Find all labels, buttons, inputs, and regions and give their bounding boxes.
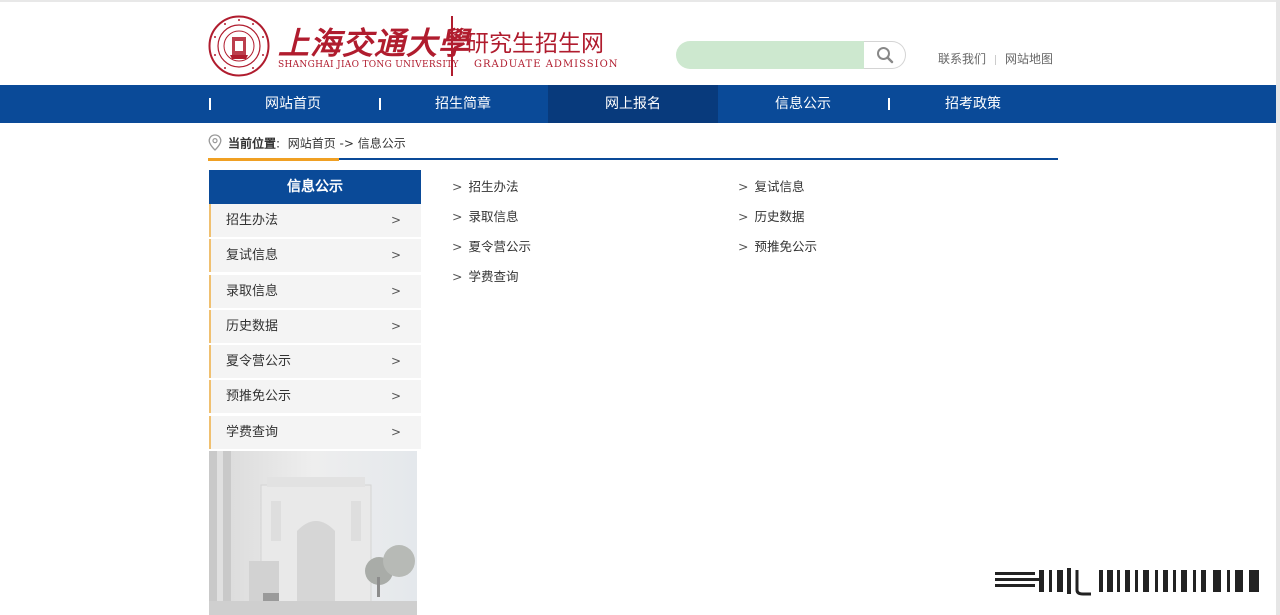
sidebar-item-label: 学费查询 xyxy=(226,424,279,440)
chevron-right-icon: > xyxy=(390,424,401,439)
contact-us-link[interactable]: 联系我们 xyxy=(938,52,986,66)
chevron-right-icon: > xyxy=(390,248,401,263)
breadcrumb-current: 信息公示 xyxy=(357,136,406,151)
logo-text-english: SHANGHAI JIAO TONG UNIVERSITY xyxy=(278,60,459,70)
sidebar-item-label: 夏令营公示 xyxy=(226,354,292,370)
nav-item-exam-policy[interactable]: 招考政策 xyxy=(888,85,1058,123)
main-nav: 网站首页 招生简章 网上报名 信息公示 招考政策 xyxy=(0,85,1276,123)
search-button[interactable] xyxy=(864,41,906,69)
scrollbar-track[interactable] xyxy=(1276,0,1280,615)
bullet-arrow-icon: > xyxy=(738,209,749,224)
chevron-right-icon: > xyxy=(390,318,401,333)
logo-text-chinese: 上海交通大學 xyxy=(278,26,470,62)
site-logo[interactable]: 上海交通大學 SHANGHAI JIAO TONG UNIVERSITY 研究生… xyxy=(208,14,618,78)
content-link-label: 学费查询 xyxy=(468,269,519,284)
breadcrumb-arrow: -> xyxy=(339,136,354,151)
breadcrumb-colon: : xyxy=(276,136,281,151)
logo-divider xyxy=(451,16,453,76)
top-border xyxy=(0,0,1280,2)
chevron-right-icon: > xyxy=(390,354,401,369)
breadcrumb-prefix: 当前位置 xyxy=(228,136,277,151)
sidebar-menu: 招生办法 > 复试信息 > 录取信息 > 历史数据 > 夏令营公示 > 预推免公… xyxy=(209,204,421,451)
nav-item-home[interactable]: 网站首页 xyxy=(208,85,378,123)
content-link-tuition-query[interactable]: > 学费查询 xyxy=(452,266,519,285)
campus-photo xyxy=(209,451,417,615)
sidebar-item-label: 复试信息 xyxy=(226,248,279,264)
sidebar-item-label: 录取信息 xyxy=(226,283,279,299)
search-input[interactable] xyxy=(676,41,866,69)
site-title-english: GRADUATE ADMISSION xyxy=(474,59,619,70)
nav-item-online-registration[interactable]: 网上报名 xyxy=(548,85,718,123)
content-link-label: 复试信息 xyxy=(754,179,805,194)
sidebar-item-label: 招生办法 xyxy=(226,213,279,228)
content-link-label: 历史数据 xyxy=(754,209,805,224)
link-separator xyxy=(995,54,997,65)
sidebar-title: 信息公示 xyxy=(209,170,421,204)
sidebar-item-summer-camp[interactable]: 夏令营公示 > xyxy=(209,345,421,379)
header-links: 联系我们 网站地图 xyxy=(938,50,1053,67)
sitemap-link[interactable]: 网站地图 xyxy=(1005,52,1053,66)
content-link-label: 录取信息 xyxy=(468,209,519,224)
chevron-right-icon: > xyxy=(390,389,401,404)
breadcrumb: 当前位置: 网站首页 -> 信息公示 xyxy=(208,134,406,154)
nav-item-admission-brochure[interactable]: 招生简章 xyxy=(378,85,548,123)
sidebar-item-label: 预推免公示 xyxy=(226,389,292,405)
sidebar-item-admission-methods[interactable]: 招生办法 > xyxy=(209,204,421,237)
bullet-arrow-icon: > xyxy=(738,239,749,254)
sidebar-item-tuition-query[interactable]: 学费查询 > xyxy=(209,415,421,449)
sidebar-item-pre-recommendation[interactable]: 预推免公示 > xyxy=(209,380,421,414)
content-link-retest-info[interactable]: > 复试信息 xyxy=(738,176,805,195)
content-link-admission-info[interactable]: > 录取信息 xyxy=(452,206,519,225)
university-seal-icon xyxy=(208,15,270,77)
bullet-arrow-icon: > xyxy=(452,239,463,254)
breadcrumb-home-link[interactable]: 网站首页 xyxy=(288,137,336,151)
bullet-arrow-icon: > xyxy=(452,179,463,194)
search-box xyxy=(676,41,906,69)
sidebar-item-admission-info[interactable]: 录取信息 > xyxy=(209,274,421,308)
content-link-summer-camp[interactable]: > 夏令营公示 xyxy=(452,236,531,255)
location-pin-icon xyxy=(208,134,222,154)
content-link-pre-recommendation[interactable]: > 预推免公示 xyxy=(738,236,817,255)
bullet-arrow-icon: > xyxy=(452,269,463,284)
chevron-right-icon: > xyxy=(390,213,401,227)
content-link-admission-methods[interactable]: > 招生办法 xyxy=(452,176,519,195)
bullet-arrow-icon: > xyxy=(452,209,463,224)
site-title-chinese: 研究生招生网 xyxy=(466,31,604,57)
content-link-historical-data[interactable]: > 历史数据 xyxy=(738,206,805,225)
sidebar-item-label: 历史数据 xyxy=(226,318,279,334)
nav-item-information-disclosure[interactable]: 信息公示 xyxy=(718,85,888,123)
breadcrumb-underline-accent xyxy=(208,158,339,161)
sidebar-item-retest-info[interactable]: 复试信息 > xyxy=(209,239,421,273)
chevron-right-icon: > xyxy=(390,283,401,298)
bullet-arrow-icon: > xyxy=(738,179,749,194)
decorative-barcode-icon xyxy=(995,568,1259,596)
sidebar-item-historical-data[interactable]: 历史数据 > xyxy=(209,309,421,343)
content-link-label: 夏令营公示 xyxy=(468,239,531,254)
content-link-label: 预推免公示 xyxy=(754,239,817,254)
content-link-label: 招生办法 xyxy=(468,179,519,194)
search-icon xyxy=(876,47,893,64)
